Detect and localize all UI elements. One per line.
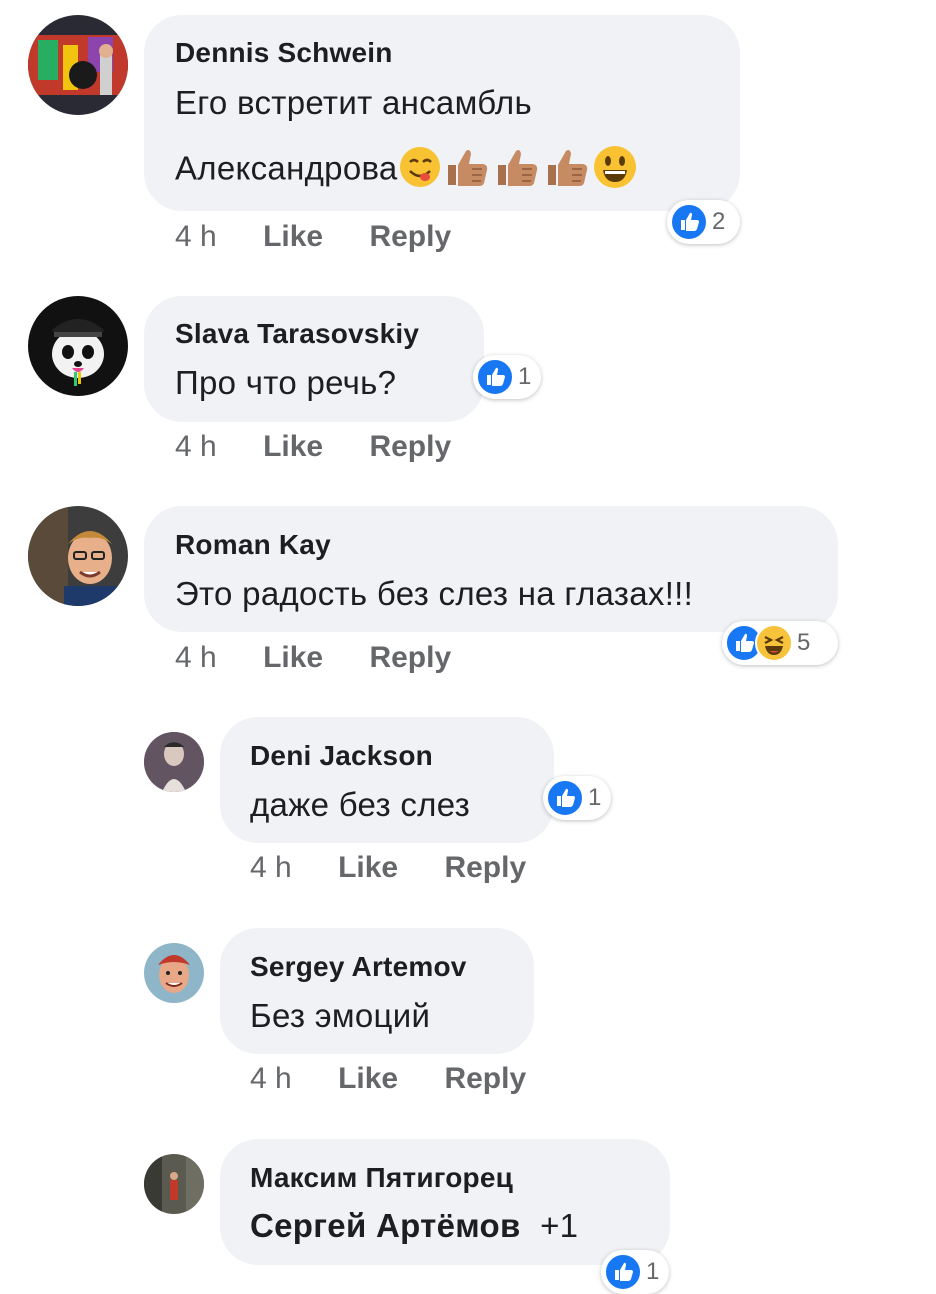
reaction-count: 2 [712, 208, 726, 235]
yum-emoji [398, 145, 442, 197]
comment-actions: 4 h Like Reply [175, 430, 451, 464]
reaction-count: 1 [518, 363, 532, 390]
avatar-image [144, 1154, 204, 1214]
like-button[interactable]: Like [338, 1062, 398, 1095]
avatar[interactable] [28, 506, 128, 606]
comment-author[interactable]: Максим Пятигорец [250, 1162, 513, 1194]
reaction-count: 1 [588, 784, 602, 811]
comment-bubble[interactable] [144, 506, 838, 632]
haha-reaction-icon [755, 624, 793, 662]
comment-text-suffix: +1 [540, 1207, 579, 1244]
like-button[interactable]: Like [263, 641, 323, 674]
comment-actions: 4 h Like Reply [250, 1062, 526, 1096]
comment-text: Без эмоций [250, 997, 431, 1034]
comment-bubble[interactable] [220, 928, 534, 1054]
comment-dennis-schwein: Dennis Schwein Его встретит ансамбль Але… [0, 0, 936, 270]
reaction-summary[interactable]: 1 [543, 776, 611, 820]
like-reaction-icon [546, 779, 584, 817]
thumbs-up-emoji [442, 145, 492, 197]
like-button[interactable]: Like [338, 851, 398, 884]
comment-actions: 4 h Like Reply [175, 220, 451, 254]
thumbs-up-emoji [542, 145, 592, 197]
comment-bubble[interactable] [220, 717, 554, 843]
comment-text: Это радость без слез на глазах!!! [175, 575, 694, 612]
reply-maksim-pyatigorets: Максим Пятигорец Сергей Артёмов +1 1 [0, 0, 936, 1294]
comment-text: даже без слез [250, 786, 471, 823]
avatar[interactable] [144, 1154, 204, 1214]
comment-text: Про что речь? [175, 364, 397, 401]
reaction-count: 1 [646, 1258, 660, 1285]
like-button[interactable]: Like [263, 430, 323, 463]
reply-button[interactable]: Reply [369, 430, 451, 463]
reply-button[interactable]: Reply [444, 1062, 526, 1095]
avatar[interactable] [28, 15, 128, 115]
like-button[interactable]: Like [263, 220, 323, 253]
comment-time[interactable]: 4 h [175, 220, 217, 253]
reaction-summary[interactable]: 1 [601, 1250, 669, 1294]
comment-time[interactable]: 4 h [175, 430, 217, 463]
avatar-image [28, 506, 128, 606]
comment-actions: 4 h Like Reply [250, 851, 526, 885]
comment-author[interactable]: Dennis Schwein [175, 37, 393, 69]
avatar-image [144, 732, 204, 792]
comment-bubble[interactable] [220, 1139, 670, 1265]
like-reaction-icon [476, 358, 514, 396]
reaction-count: 5 [797, 629, 811, 656]
avatar-image [144, 943, 204, 1003]
thumbs-up-emoji [492, 145, 542, 197]
comment-author[interactable]: Slava Tarasovskiy [175, 318, 419, 350]
comment-text: Александрова [175, 149, 398, 187]
reply-button[interactable]: Reply [444, 851, 526, 884]
comment-time[interactable]: 4 h [250, 851, 292, 884]
reaction-summary[interactable]: 2 [667, 200, 740, 244]
avatar[interactable] [144, 943, 204, 1003]
avatar[interactable] [28, 296, 128, 396]
comment-text: Сергей Артёмов +1 [250, 1207, 578, 1245]
mention-link[interactable]: Сергей Артёмов [250, 1207, 521, 1244]
comment-author[interactable]: Deni Jackson [250, 740, 433, 772]
comment-author[interactable]: Sergey Artemov [250, 951, 467, 983]
smiley-emoji [592, 144, 638, 198]
reaction-summary[interactable]: 1 [473, 355, 541, 399]
comment-actions: 4 h Like Reply [175, 641, 451, 675]
avatar-image [28, 296, 128, 396]
reply-button[interactable]: Reply [369, 220, 451, 253]
avatar-image [28, 15, 128, 115]
comment-text-line-1: Его встретит ансамбль [175, 84, 532, 121]
comment-text-line-2: Александрова [175, 144, 638, 198]
avatar[interactable] [144, 732, 204, 792]
reply-button[interactable]: Reply [369, 641, 451, 674]
comment-time[interactable]: 4 h [175, 641, 217, 674]
reaction-summary[interactable]: 5 [722, 621, 838, 665]
like-reaction-icon [670, 203, 708, 241]
comment-time[interactable]: 4 h [250, 1062, 292, 1095]
comment-bubble[interactable] [144, 296, 484, 422]
comment-author[interactable]: Roman Kay [175, 529, 331, 561]
like-reaction-icon [604, 1253, 642, 1291]
